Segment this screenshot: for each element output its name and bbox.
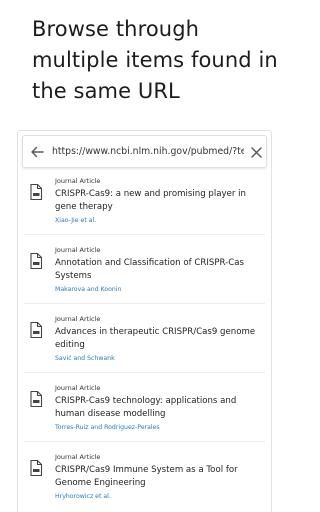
item-title[interactable]: Annotation and Classification of CRISPR-… (55, 257, 265, 282)
list-item[interactable]: Journal Article CRISPR/Cas9 Immune Syste… (24, 453, 265, 511)
document-icon (30, 459, 43, 477)
document-icon (30, 390, 43, 408)
document-icon (30, 252, 43, 270)
item-title[interactable]: CRISPR-Cas9: a new and promising player … (55, 188, 265, 213)
item-title[interactable]: Advances in therapeutic CRISPR/Cas9 geno… (55, 326, 265, 351)
document-icon (30, 183, 43, 201)
item-type: Journal Article (55, 453, 101, 461)
item-authors[interactable]: Savić and Schwank (55, 355, 115, 362)
url-search-bar[interactable]: https://www.ncbi.nlm.nih.gov/pubmed/?ter… (22, 135, 267, 168)
document-icon (30, 321, 43, 339)
item-title[interactable]: CRISPR/Cas9 Immune System as a Tool for … (55, 464, 265, 489)
list-item[interactable]: Journal Article CRISPR-Cas9 technology: … (24, 384, 265, 442)
item-type: Journal Article (55, 246, 101, 254)
headline: Browse through multiple items found in t… (32, 14, 282, 107)
item-authors[interactable]: Makarova and Koonin (55, 286, 122, 293)
arrow-left-icon[interactable] (29, 144, 45, 160)
list-item[interactable]: Journal Article Advances in therapeutic … (24, 315, 265, 373)
item-type: Journal Article (55, 177, 101, 185)
url-input[interactable]: https://www.ncbi.nlm.nih.gov/pubmed/?ter… (52, 145, 244, 159)
item-title[interactable]: CRISPR-Cas9 technology: applications and… (55, 395, 265, 420)
list-item[interactable]: Journal Article CRISPR-Cas9: a new and p… (24, 177, 265, 235)
item-type: Journal Article (55, 315, 101, 323)
results-panel: https://www.ncbi.nlm.nih.gov/pubmed/?ter… (17, 130, 272, 512)
item-authors[interactable]: Torres-Ruiz and Rodriguez-Perales (55, 424, 160, 431)
close-icon[interactable] (250, 146, 263, 159)
headline-line-3: the same URL (32, 79, 180, 103)
item-type: Journal Article (55, 384, 101, 392)
item-authors[interactable]: Xiao-Jie et al. (55, 217, 96, 224)
item-authors[interactable]: Hryhorowicz et al. (55, 493, 111, 500)
headline-line-1: Browse through (32, 17, 200, 41)
list-item[interactable]: Journal Article Annotation and Classific… (24, 246, 265, 304)
headline-line-2: multiple items found in (32, 48, 278, 72)
